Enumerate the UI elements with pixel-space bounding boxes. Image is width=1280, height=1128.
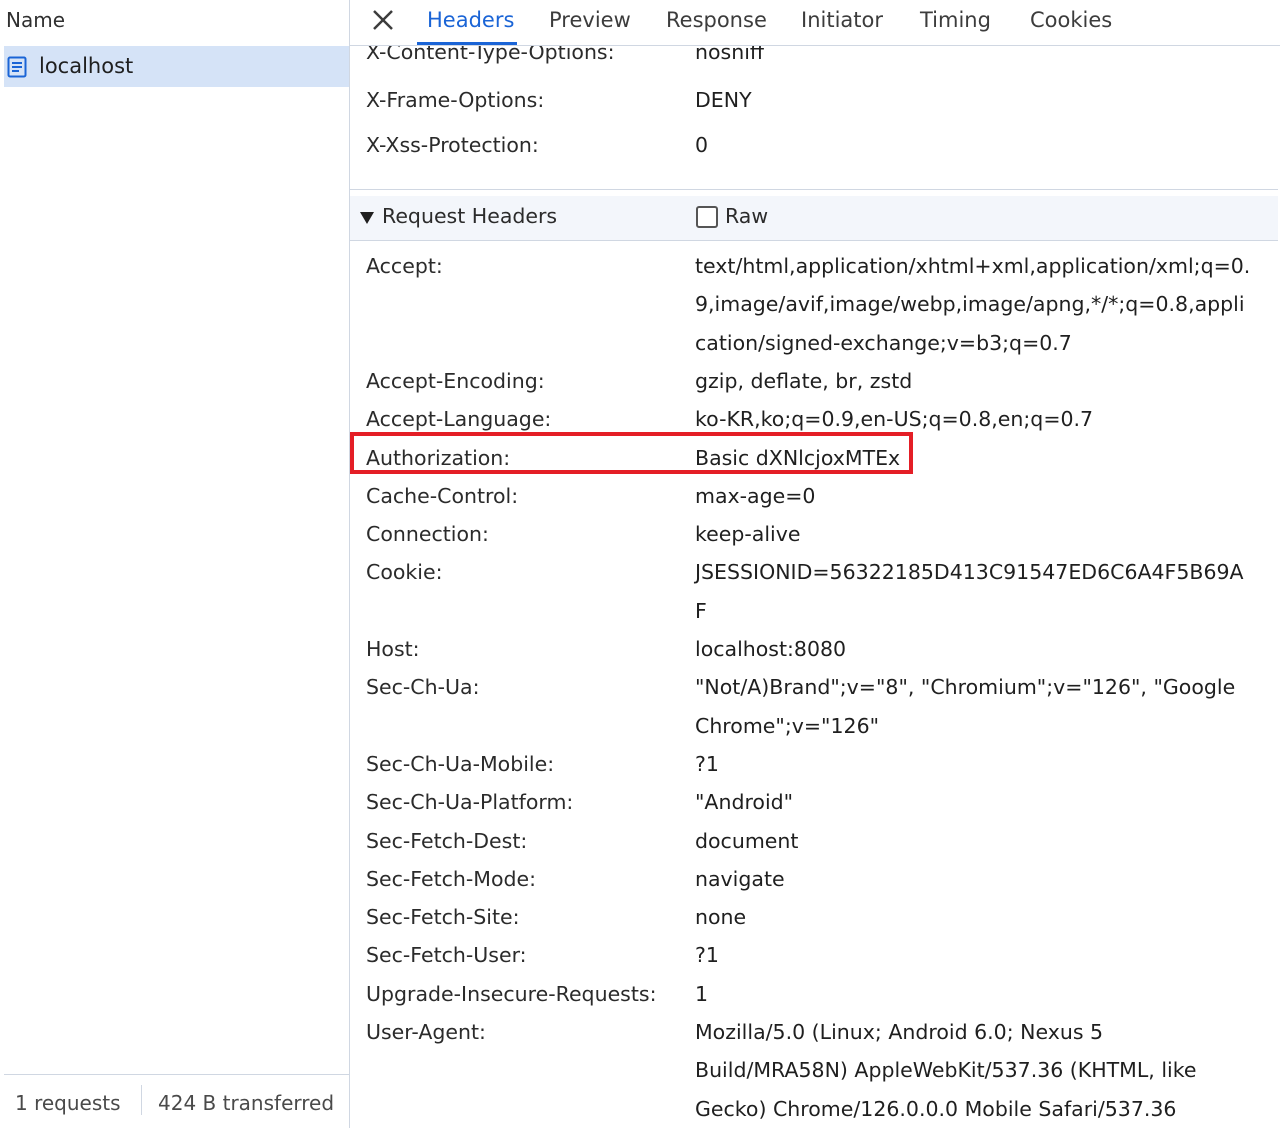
- header-name: Sec-Fetch-User:: [366, 943, 527, 968]
- header-name: User-Agent:: [366, 1020, 486, 1044]
- header-name: X-Xss-Protection:: [366, 133, 539, 157]
- header-value: "Not/A)Brand";v="8", "Chromium";v="126",…: [695, 675, 1236, 700]
- section-divider: [350, 189, 1278, 190]
- header-value: ?1: [695, 751, 719, 776]
- header-name: Sec-Fetch-Dest:: [366, 828, 528, 853]
- section-title: Request Headers: [382, 204, 558, 228]
- header-value: Chrome";v="126": [695, 713, 880, 738]
- details-tabbar: Headers Preview Response Initiator Timin…: [350, 0, 1280, 46]
- header-name: Sec-Ch-Ua-Mobile:: [366, 751, 555, 776]
- close-icon[interactable]: [370, 7, 396, 33]
- header-value: nosniff: [695, 46, 765, 64]
- tab-response[interactable]: Response: [666, 8, 767, 32]
- header-value: Basic dXNlcjoxMTEx: [695, 445, 901, 470]
- header-value: F: [695, 598, 707, 623]
- triangle-down-icon[interactable]: [360, 212, 374, 224]
- raw-checkbox-label[interactable]: Raw: [725, 204, 768, 228]
- header-name: Authorization:: [366, 445, 511, 470]
- header-value: max-age=0: [695, 483, 816, 508]
- header-value: localhost:8080: [695, 637, 847, 661]
- header-value: text/html,application/xhtml+xml,applicat…: [695, 254, 1251, 278]
- header-value: Build/MRA58N) AppleWebKit/537.36 (KHTML,…: [695, 1058, 1197, 1083]
- request-list-panel: Name localhost 1 requests 424 B transfer…: [0, 0, 350, 1128]
- header-value: DENY: [695, 88, 752, 112]
- header-name: Sec-Fetch-Site:: [366, 905, 520, 930]
- header-name: Upgrade-Insecure-Requests:: [366, 981, 657, 1006]
- header-value: Gecko) Chrome/126.0.0.0 Mobile Safari/53…: [695, 1096, 1177, 1121]
- header-value: 1: [695, 981, 709, 1006]
- header-value: 9,image/avif,image/webp,image/apng,*/*;q…: [695, 292, 1245, 317]
- header-name: X-Content-Type-Options:: [366, 46, 615, 64]
- document-icon: [7, 56, 27, 78]
- tab-initiator[interactable]: Initiator: [801, 8, 883, 32]
- header-value: 0: [695, 133, 709, 157]
- headers-content: X-Content-Type-Options: nosniff X-Frame-…: [350, 46, 1280, 1128]
- active-tab-indicator: [417, 42, 517, 45]
- status-bar: 1 requests 424 B transferred: [4, 1074, 349, 1125]
- header-value: navigate: [695, 866, 785, 891]
- header-value: ?1: [695, 943, 719, 968]
- tab-cookies[interactable]: Cookies: [1030, 8, 1112, 32]
- request-row-localhost[interactable]: localhost: [4, 46, 349, 87]
- raw-checkbox[interactable]: [696, 206, 718, 228]
- header-name: Host:: [366, 637, 420, 661]
- request-headers-section-header[interactable]: Request Headers Raw: [350, 196, 1278, 241]
- header-value: none: [695, 905, 747, 930]
- header-value: keep-alive: [695, 522, 801, 547]
- devtools-network-panel: Name localhost 1 requests 424 B transfer…: [0, 0, 1280, 1128]
- header-value: "Android": [695, 790, 794, 815]
- header-name: Accept-Language:: [366, 407, 552, 432]
- transferred-size: 424 B transferred: [158, 1091, 335, 1115]
- header-name: Accept:: [366, 254, 443, 278]
- request-name: localhost: [39, 54, 134, 78]
- tab-headers[interactable]: Headers: [427, 8, 514, 32]
- request-list-header: Name: [0, 0, 349, 42]
- header-value: Mozilla/5.0 (Linux; Android 6.0; Nexus 5: [695, 1020, 1104, 1044]
- header-value: ko-KR,ko;q=0.9,en-US;q=0.8,en;q=0.7: [695, 407, 1094, 432]
- header-name: Cookie:: [366, 560, 443, 585]
- header-value: gzip, deflate, br, zstd: [695, 368, 913, 393]
- request-details-panel: Headers Preview Response Initiator Timin…: [350, 0, 1280, 1128]
- header-name: Sec-Ch-Ua:: [366, 675, 480, 700]
- header-name: X-Frame-Options:: [366, 88, 545, 112]
- header-name: Sec-Ch-Ua-Platform:: [366, 790, 574, 815]
- header-value: document: [695, 828, 799, 853]
- header-name: Sec-Fetch-Mode:: [366, 866, 537, 891]
- header-value: JSESSIONID=56322185D413C91547ED6C6A4F5B6…: [695, 560, 1244, 585]
- tab-preview[interactable]: Preview: [549, 8, 631, 32]
- header-value: cation/signed-exchange;v=b3;q=0.7: [695, 330, 1072, 355]
- header-name: Cache-Control:: [366, 483, 519, 508]
- tab-timing[interactable]: Timing: [920, 8, 991, 32]
- request-count: 1 requests: [15, 1091, 121, 1115]
- name-column-header[interactable]: Name: [6, 8, 65, 32]
- header-name: Connection:: [366, 522, 489, 547]
- status-divider: [141, 1085, 142, 1115]
- header-name: Accept-Encoding:: [366, 368, 545, 393]
